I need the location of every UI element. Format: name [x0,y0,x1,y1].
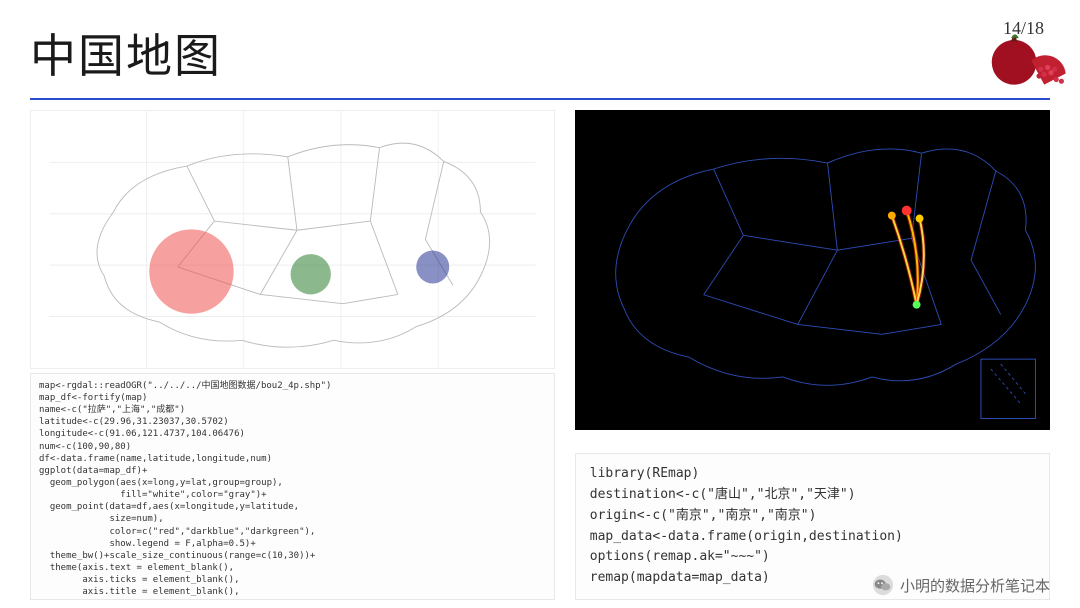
pomegranate-icon [984,26,1070,90]
wechat-icon [872,574,894,596]
china-map-dark [575,110,1050,430]
bubble-lhasa [149,229,233,313]
watermark: 小明的数据分析笔记本 [872,574,1050,596]
content-row: map<-rgdal::readOGR("../../../中国地图数据/bou… [30,110,1050,600]
right-column: library(REmap) destination<-c("唐山","北京",… [575,110,1050,600]
left-column: map<-rgdal::readOGR("../../../中国地图数据/bou… [30,110,555,600]
bubble-shanghai [416,250,449,283]
title-divider [30,98,1050,100]
slide: 中国地图 14/18 [0,0,1080,608]
watermark-text: 小明的数据分析笔记本 [900,575,1050,596]
bubble-chengdu [291,254,331,294]
header: 中国地图 14/18 [30,10,1050,86]
slide-title: 中国地图 [30,20,222,86]
china-map-light [30,110,555,369]
code-block-ggplot: map<-rgdal::readOGR("../../../中国地图数据/bou… [30,373,555,600]
